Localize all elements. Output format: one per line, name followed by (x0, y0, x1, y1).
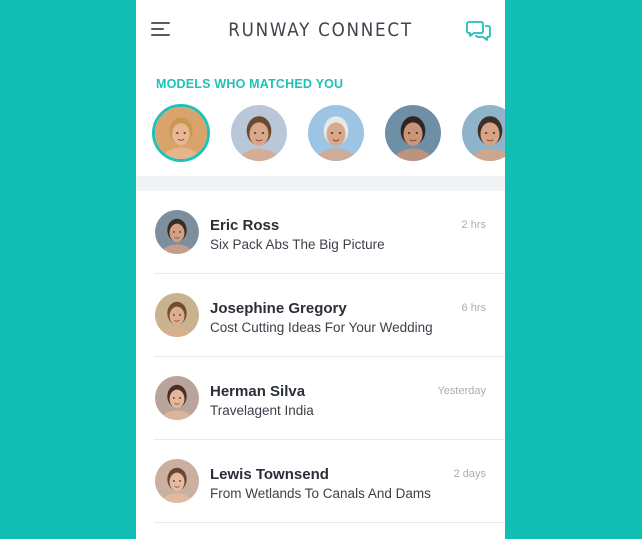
avatar-photo (155, 376, 199, 420)
message-time: 2 days (453, 468, 486, 480)
section-divider (136, 176, 505, 191)
message-time: 2 hrs (461, 219, 486, 231)
conversation-row[interactable]: Josephine Gregory Cost Cutting Ideas For… (154, 274, 505, 357)
avatar-photo (308, 105, 364, 161)
avatar-photo (231, 105, 287, 161)
conversation-list: Eric Ross Six Pack Abs The Big Picture 2… (136, 191, 505, 523)
message-preview: Six Pack Abs The Big Picture (210, 237, 385, 252)
conversation-row[interactable]: Lewis Townsend From Wetlands To Canals A… (154, 440, 505, 523)
avatar-photo (155, 107, 207, 159)
app-title: RUNWAY CONNECT (228, 19, 413, 41)
match-avatar[interactable] (308, 105, 364, 161)
match-avatar[interactable] (152, 104, 210, 162)
conversation-row[interactable]: Herman Silva Travelagent India Yesterday (154, 357, 505, 440)
match-avatar[interactable] (385, 105, 441, 161)
match-avatar[interactable] (231, 105, 287, 161)
contact-name: Eric Ross (210, 217, 280, 234)
matches-carousel[interactable] (152, 104, 505, 162)
avatar-photo (462, 105, 505, 161)
message-preview: Travelagent India (210, 403, 314, 418)
avatar (155, 210, 199, 254)
app-screen: RUNWAY CONNECT MODELS WHO MATCHED YOU Er… (136, 0, 505, 539)
avatar-photo (155, 293, 199, 337)
app-header: RUNWAY CONNECT (136, 0, 505, 60)
avatar (155, 459, 199, 503)
avatar-photo (155, 210, 199, 254)
contact-name: Herman Silva (210, 383, 306, 400)
avatar (155, 293, 199, 337)
chat-bubbles-icon[interactable] (466, 20, 492, 42)
matches-section: MODELS WHO MATCHED YOU (136, 60, 505, 176)
conversation-row[interactable]: Eric Ross Six Pack Abs The Big Picture 2… (154, 191, 505, 274)
contact-name: Lewis Townsend (210, 466, 329, 483)
message-preview: From Wetlands To Canals And Dams (210, 486, 431, 501)
message-time: Yesterday (437, 385, 486, 397)
match-avatar[interactable] (462, 105, 505, 161)
avatar-photo (155, 459, 199, 503)
matches-title: MODELS WHO MATCHED YOU (156, 77, 344, 91)
message-time: 6 hrs (461, 302, 486, 314)
avatar-photo (385, 105, 441, 161)
avatar (155, 376, 199, 420)
contact-name: Josephine Gregory (210, 300, 347, 317)
message-preview: Cost Cutting Ideas For Your Wedding (210, 320, 433, 335)
